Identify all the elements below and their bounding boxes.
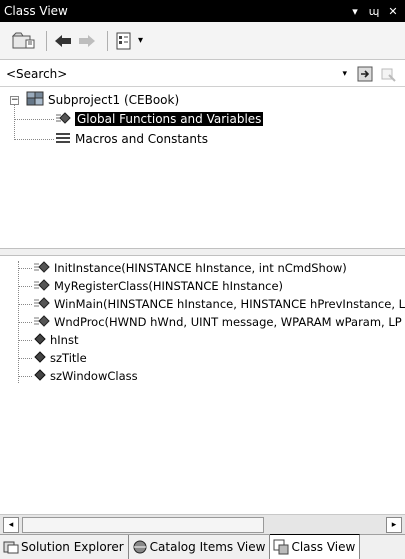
tree-item-label: Macros and Constants bbox=[75, 132, 208, 146]
collapse-toggle-icon[interactable]: − bbox=[10, 96, 19, 105]
toolbar-separator bbox=[107, 30, 108, 51]
member-label: szWindowClass bbox=[50, 369, 138, 383]
scroll-right-icon[interactable]: ▸ bbox=[386, 517, 402, 533]
catalog-items-icon bbox=[132, 539, 148, 555]
list-item[interactable]: InitInstance(HINSTANCE hInstance, int nC… bbox=[18, 259, 347, 277]
search-input[interactable]: <Search> bbox=[0, 67, 342, 81]
method-icon bbox=[34, 278, 50, 294]
global-functions-icon bbox=[55, 111, 71, 128]
member-label: szTitle bbox=[50, 351, 87, 365]
window-dropdown-icon[interactable]: ▾ bbox=[348, 4, 362, 18]
method-icon bbox=[34, 296, 50, 312]
variable-icon bbox=[34, 350, 46, 366]
tree-connector bbox=[14, 119, 54, 120]
variable-icon bbox=[34, 368, 46, 384]
search-go-icon[interactable] bbox=[357, 66, 373, 82]
tab-solution-explorer[interactable]: Solution Explorer bbox=[0, 535, 129, 559]
tab-label: Catalog Items View bbox=[149, 540, 266, 554]
forward-arrow-icon[interactable] bbox=[77, 30, 97, 52]
search-bar: <Search> ▾ bbox=[0, 61, 405, 87]
list-item[interactable]: hInst bbox=[18, 331, 78, 349]
tab-label: Solution Explorer bbox=[21, 540, 124, 554]
list-item[interactable]: szTitle bbox=[18, 349, 87, 367]
tree-item-label: Global Functions and Variables bbox=[75, 112, 264, 126]
title-bar: Class View ▾ ɰ ✕ bbox=[0, 0, 405, 22]
member-label: InitInstance(HINSTANCE hInstance, int nC… bbox=[54, 261, 347, 275]
tree-item-macros[interactable]: Macros and Constants bbox=[55, 130, 208, 148]
search-dropdown-icon[interactable]: ▾ bbox=[342, 69, 347, 79]
member-label: hInst bbox=[50, 333, 79, 347]
back-arrow-icon[interactable] bbox=[53, 30, 73, 52]
class-view-icon bbox=[273, 539, 289, 555]
tab-catalog-items-view[interactable]: Catalog Items View bbox=[129, 535, 271, 559]
panel-tabs: Solution Explorer Catalog Items View Cla… bbox=[0, 534, 405, 559]
close-icon[interactable]: ✕ bbox=[386, 4, 400, 18]
macros-icon bbox=[55, 131, 71, 148]
view-settings-dropdown-icon[interactable]: ▾ bbox=[138, 30, 143, 52]
tree-connector bbox=[18, 321, 32, 323]
pin-icon[interactable]: ɰ bbox=[367, 4, 381, 18]
tab-label: Class View bbox=[291, 540, 356, 554]
list-item[interactable]: WinMain(HINSTANCE hInstance, HINSTANCE h… bbox=[18, 295, 405, 313]
variable-icon bbox=[34, 332, 46, 348]
window-title: Class View bbox=[4, 4, 68, 18]
search-settings-icon[interactable] bbox=[381, 66, 397, 82]
tree-connector bbox=[18, 285, 32, 287]
tree-connector bbox=[18, 375, 32, 377]
member-label: WndProc(HWND hWnd, UINT message, WPARAM … bbox=[54, 315, 402, 329]
tree-connector bbox=[18, 339, 32, 341]
scroll-thumb[interactable] bbox=[22, 517, 264, 533]
tree-project-label: Subproject1 (CEBook) bbox=[48, 93, 180, 107]
tree-connector bbox=[14, 139, 54, 140]
tab-class-view[interactable]: Class View bbox=[270, 534, 361, 559]
list-item[interactable]: MyRegisterClass(HINSTANCE hInstance) bbox=[18, 277, 283, 295]
horizontal-scrollbar[interactable]: ◂ ▸ bbox=[0, 514, 405, 534]
folder-browse-icon[interactable] bbox=[12, 30, 36, 52]
view-settings-icon[interactable] bbox=[114, 30, 134, 52]
tree-project-node[interactable]: Subproject1 (CEBook) bbox=[26, 91, 179, 109]
tree-connector bbox=[18, 303, 32, 305]
tree-connector bbox=[18, 357, 32, 359]
toolbar-separator bbox=[46, 30, 47, 51]
members-list: InitInstance(HINSTANCE hInstance, int nC… bbox=[0, 257, 405, 514]
pane-splitter[interactable] bbox=[0, 248, 405, 256]
class-tree: − Subproject1 (CEBook) Global Functions … bbox=[0, 88, 405, 248]
member-label: WinMain(HINSTANCE hInstance, HINSTANCE h… bbox=[54, 297, 405, 311]
toolbar: ▾ bbox=[0, 22, 405, 60]
project-icon bbox=[26, 91, 44, 110]
tree-connector bbox=[18, 267, 32, 269]
list-item[interactable]: WndProc(HWND hWnd, UINT message, WPARAM … bbox=[18, 313, 402, 331]
tree-connector bbox=[14, 100, 15, 140]
method-icon bbox=[34, 314, 50, 330]
member-label: MyRegisterClass(HINSTANCE hInstance) bbox=[54, 279, 284, 293]
list-item[interactable]: szWindowClass bbox=[18, 367, 138, 385]
solution-explorer-icon bbox=[3, 539, 19, 555]
method-icon bbox=[34, 260, 50, 276]
scroll-left-icon[interactable]: ◂ bbox=[3, 517, 19, 533]
tree-item-global-functions[interactable]: Global Functions and Variables bbox=[55, 110, 264, 128]
